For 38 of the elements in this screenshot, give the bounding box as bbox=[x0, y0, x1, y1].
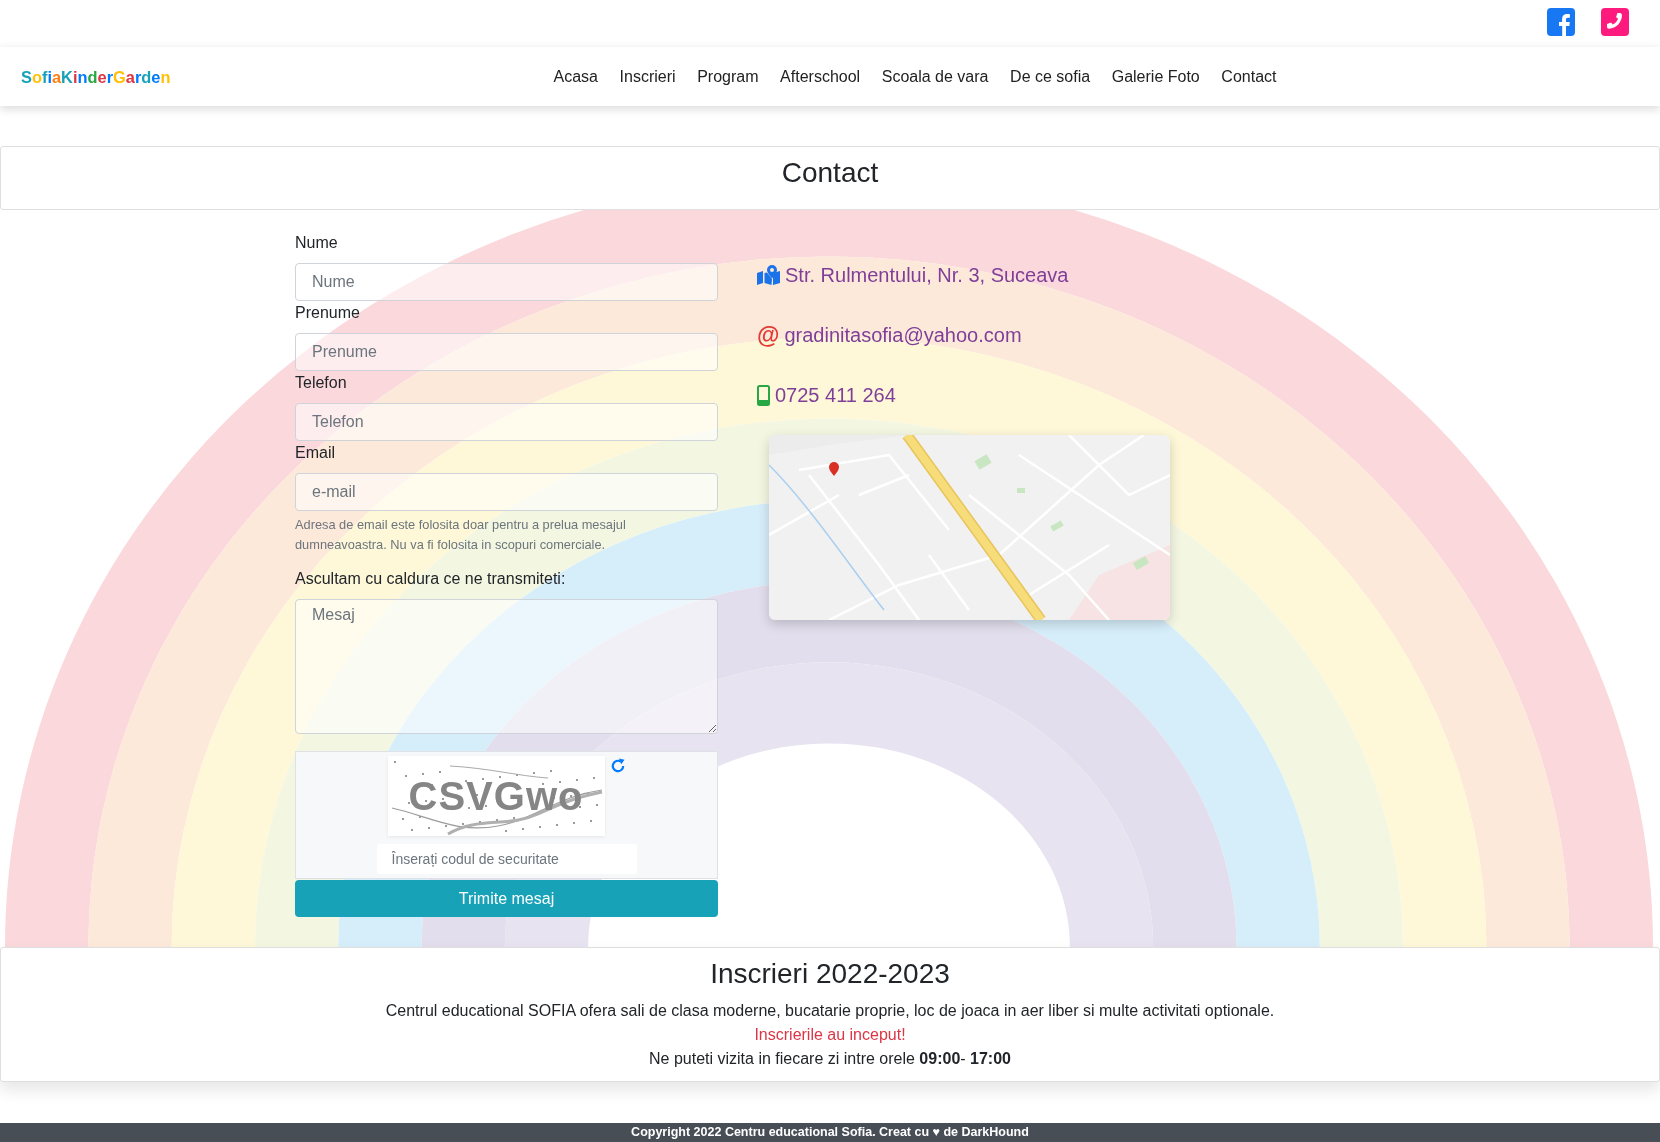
copyright-text: Copyright 2022 Centru educational Sofia. Creat cu ♥ de DarkHound bbox=[631, 1124, 1029, 1141]
input-field[interactable]: Nume bbox=[295, 263, 718, 301]
field-label: Email bbox=[295, 443, 335, 463]
field-label: Prenume bbox=[295, 303, 360, 323]
map-marker-icon bbox=[757, 265, 780, 285]
nav-link[interactable]: Acasa bbox=[553, 64, 598, 89]
enrollment-description: Centrul educational SOFIA ofera sali de clasa moderne, bucatarie proprie, loc de joaca in aer liber si multe activitati optionale. bbox=[385, 1001, 1275, 1021]
help-text: Adresa de email este folosita doar pentru a prelua mesajul dumneavoastra. Nu va fi folosita in scopuri comerciale. bbox=[295, 516, 627, 554]
enrollment-notice: Inscrierile au inceput! bbox=[754, 1025, 906, 1045]
nav-link[interactable]: Program bbox=[697, 64, 759, 89]
address-text: Str. Rulmentului, Nr. 3, Suceava bbox=[785, 263, 1069, 288]
logo-text[interactable]: SofiaKinderGarden bbox=[21, 66, 171, 87]
input-field[interactable]: Prenume bbox=[295, 333, 718, 371]
input-field[interactable]: Telefon bbox=[295, 403, 718, 441]
captcha-code: CSVGwo bbox=[408, 773, 584, 819]
nav-link[interactable]: De ce sofia bbox=[1010, 64, 1091, 89]
phone-text[interactable]: 0725 411 264 bbox=[775, 380, 896, 410]
enrollment-title: Inscrieri 2022-2023 bbox=[709, 957, 951, 991]
message-field[interactable]: Mesaj bbox=[295, 599, 718, 734]
email-text[interactable]: gradinitasofia@yahoo.com bbox=[784, 320, 1022, 350]
mobile-phone-icon bbox=[757, 384, 770, 406]
field-label: Telefon bbox=[295, 373, 347, 393]
nav-link[interactable]: Afterschool bbox=[780, 64, 861, 89]
nav-link[interactable]: Galerie Foto bbox=[1111, 64, 1200, 89]
visiting-hours: Ne puteti vizita in fiecare zi intre orele 09:00- 17:00 bbox=[649, 1049, 1011, 1069]
field-label: Ascultam cu caldura ce ne transmiteti: bbox=[295, 569, 566, 589]
nav-link[interactable]: Inscrieri bbox=[619, 64, 676, 89]
phone-icon[interactable] bbox=[1601, 8, 1629, 36]
field-label: Nume bbox=[295, 233, 338, 253]
input-field[interactable]: e-mail bbox=[295, 473, 718, 511]
map-pin-icon bbox=[829, 462, 839, 476]
refresh-icon[interactable] bbox=[609, 758, 626, 774]
facebook-icon[interactable] bbox=[1547, 8, 1575, 36]
nav-link[interactable]: Contact bbox=[1221, 64, 1277, 89]
at-icon: @ bbox=[757, 322, 780, 348]
captcha-field[interactable]: Înserați codul de securitate bbox=[376, 844, 637, 874]
nav-link[interactable]: Scoala de vara bbox=[881, 64, 989, 89]
page-title: Contact bbox=[780, 156, 880, 190]
